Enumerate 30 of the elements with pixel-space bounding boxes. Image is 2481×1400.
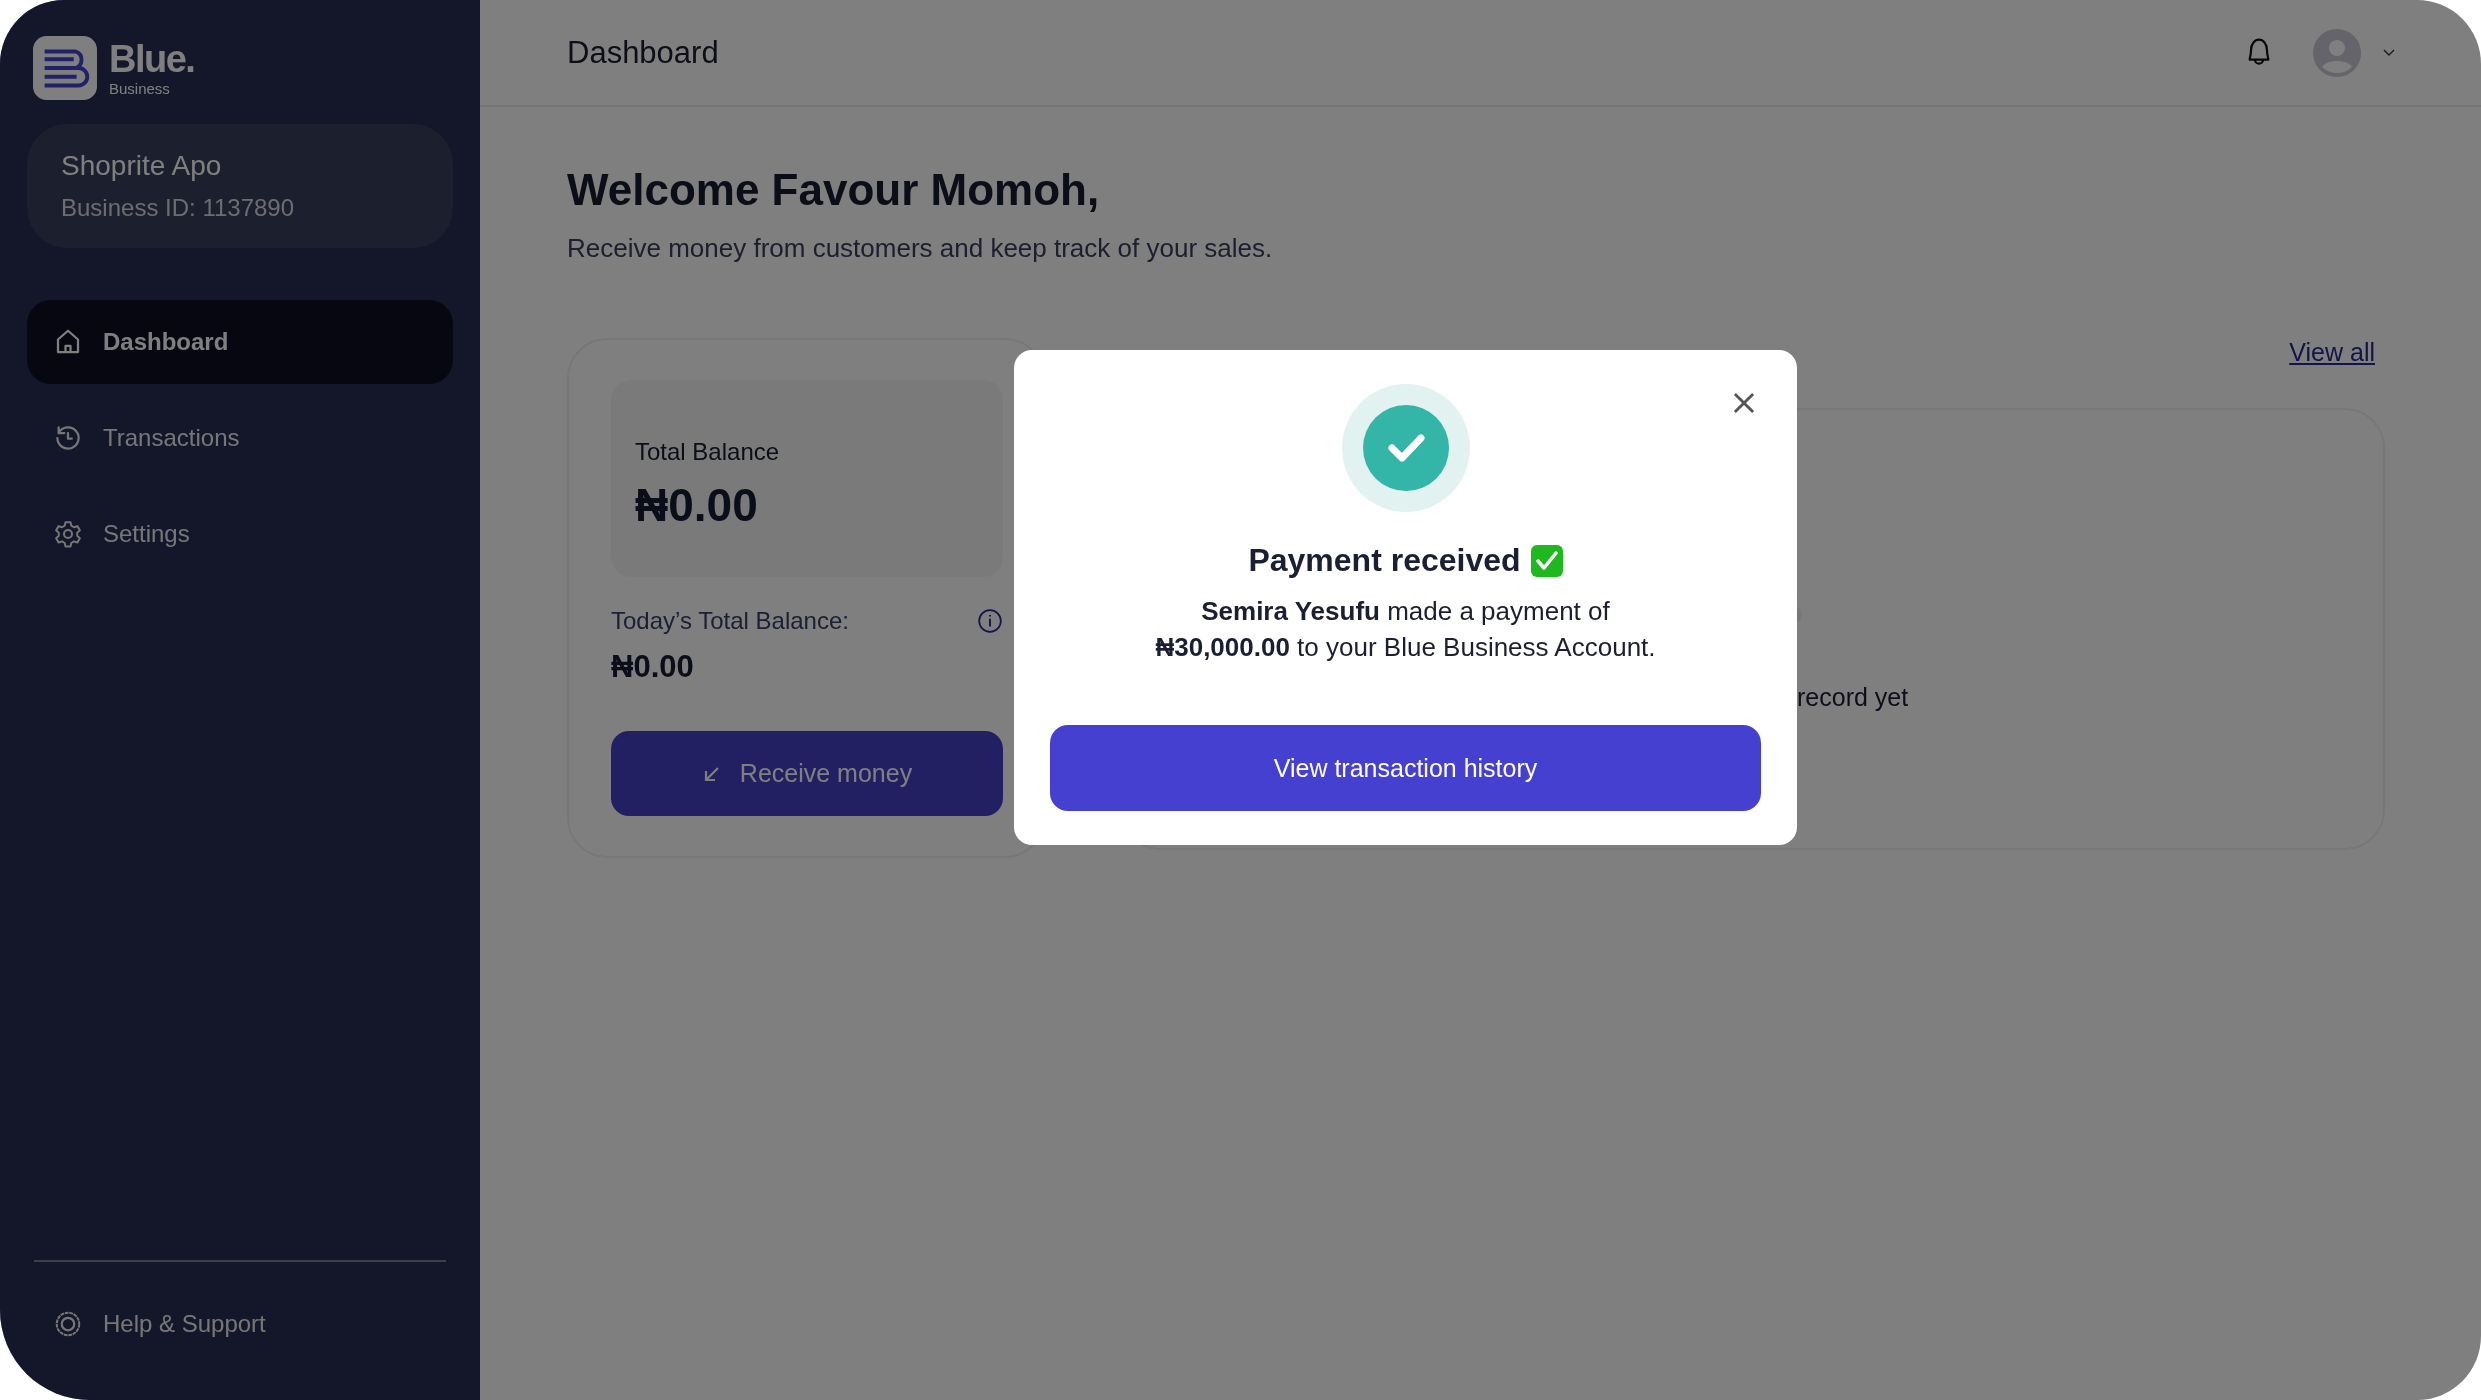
check-circle-icon: [1341, 384, 1470, 512]
empty-state-text: record yet: [1796, 683, 1909, 712]
dialog-title: Payment received: [1248, 542, 1521, 579]
logo-icon: [33, 36, 97, 100]
page-title: Dashboard: [567, 34, 719, 71]
transaction-history-button[interactable]: View transaction history: [1050, 725, 1761, 811]
brand-tagline: Business: [109, 79, 171, 97]
settings-icon: [53, 519, 83, 549]
history-icon: [53, 423, 83, 453]
close-icon: [1731, 390, 1757, 416]
balance-amount: ₦0.00: [635, 478, 759, 532]
help-link[interactable]: Help & Support: [27, 1282, 453, 1366]
welcome-subtitle: Receive money from customers and keep track of your sales.: [567, 233, 1274, 264]
balance-label: Total Balance: [635, 438, 781, 466]
view-all-link[interactable]: View all: [2289, 338, 2375, 367]
today-balance-label: Today’s Total Balance:: [611, 607, 849, 635]
nav-item[interactable]: Settings: [27, 492, 453, 576]
receive-money-button[interactable]: Receive money: [611, 731, 1003, 816]
business-name: Shoprite Apo: [61, 150, 223, 182]
dialog-message: Semira Yesufu made a payment of ₦30,000.00 to your Blue Business Account.: [1155, 595, 1656, 665]
checkmark-icon: [1530, 544, 1563, 577]
help-icon: [53, 1309, 83, 1339]
brand-name: Blue.: [109, 39, 195, 78]
nav-item[interactable]: Transactions: [27, 396, 453, 480]
business-id: Business ID: 1137890: [61, 194, 296, 222]
info-icon[interactable]: [977, 608, 1003, 634]
nav-item[interactable]: Dashboard: [27, 300, 453, 384]
welcome-heading: Welcome Favour Momoh,: [567, 165, 1101, 215]
caret-icon[interactable]: [2383, 48, 2395, 57]
today-balance-amount: ₦0.00: [611, 649, 695, 685]
